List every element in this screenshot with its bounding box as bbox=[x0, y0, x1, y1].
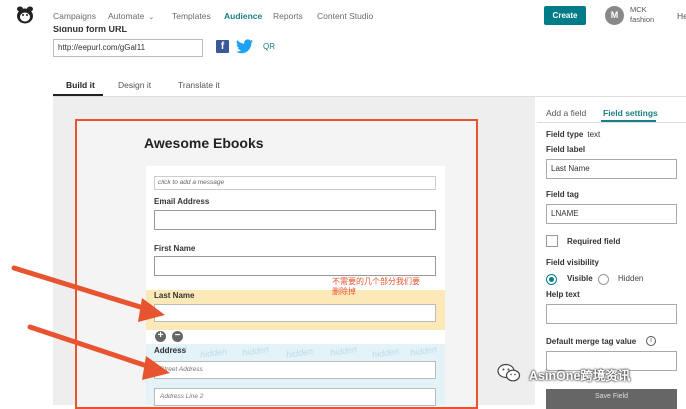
field-type-label: Field type bbox=[546, 130, 584, 139]
form-title[interactable]: Awesome Ebooks bbox=[144, 135, 264, 151]
nav-campaigns[interactable]: Campaigns bbox=[53, 11, 96, 21]
street-address-input[interactable]: Street Address bbox=[154, 361, 436, 379]
info-icon[interactable]: i bbox=[646, 336, 656, 346]
address-label: Address bbox=[154, 346, 187, 355]
add-field-icon[interactable]: + bbox=[155, 331, 166, 342]
address-line2-input[interactable]: Address Line 2 bbox=[154, 388, 436, 406]
field-tag-input[interactable]: LNAME bbox=[546, 204, 677, 224]
tab-add-a-field[interactable]: Add a field bbox=[546, 108, 586, 118]
nav-reports[interactable]: Reports bbox=[273, 11, 303, 21]
account-name-line1: MCK bbox=[630, 5, 647, 14]
avatar[interactable]: M bbox=[605, 6, 624, 25]
qr-code-link[interactable]: QR bbox=[263, 42, 275, 51]
tab-field-settings[interactable]: Field settings bbox=[603, 108, 658, 118]
required-field-checkbox[interactable] bbox=[546, 235, 558, 247]
nav-automate[interactable]: Automate ⌄ bbox=[108, 11, 154, 21]
account-name-line2: fashion bbox=[630, 15, 655, 24]
help-text-label: Help text bbox=[546, 290, 580, 299]
email-address-input[interactable] bbox=[154, 210, 436, 230]
nav-help[interactable]: He bbox=[677, 11, 686, 21]
last-name-input[interactable] bbox=[154, 304, 436, 322]
tab-design-it[interactable]: Design it bbox=[118, 80, 151, 90]
field-label-input[interactable]: Last Name bbox=[546, 159, 677, 179]
field-visibility-label: Field visibility bbox=[546, 258, 599, 267]
hidden-radio-label: Hidden bbox=[618, 274, 644, 283]
twitter-icon[interactable] bbox=[236, 39, 254, 54]
nav-templates[interactable]: Templates bbox=[172, 11, 211, 21]
create-button[interactable]: Create bbox=[544, 6, 586, 25]
tab-translate-it[interactable]: Translate it bbox=[178, 80, 220, 90]
annotation-note: 不需要的几个部分我们要 删除掉 bbox=[332, 277, 420, 297]
last-name-label: Last Name bbox=[154, 291, 195, 300]
field-tag-label: Field tag bbox=[546, 190, 579, 199]
help-text-input[interactable] bbox=[546, 304, 677, 324]
wechat-icon bbox=[497, 363, 521, 382]
field-type-value: text bbox=[587, 130, 601, 139]
nav-automate-label: Automate bbox=[108, 11, 145, 21]
annotation-line1: 不需要的几个部分我们要 bbox=[332, 277, 420, 286]
visible-radio-label: Visible bbox=[567, 274, 593, 283]
field-label-label: Field label bbox=[546, 145, 586, 154]
signup-url-field[interactable]: http://eepurl.com/gGal11 bbox=[53, 39, 203, 57]
nav-audience[interactable]: Audience bbox=[224, 11, 262, 21]
panel-tabs-divider bbox=[537, 122, 686, 123]
first-name-label: First Name bbox=[154, 244, 196, 253]
save-field-button[interactable]: Save Field bbox=[546, 389, 677, 409]
active-tab-indicator bbox=[53, 94, 103, 96]
tab-build-it[interactable]: Build it bbox=[66, 80, 95, 90]
remove-field-icon[interactable]: − bbox=[172, 331, 183, 342]
panel-active-tab-indicator bbox=[601, 120, 656, 122]
hidden-radio[interactable] bbox=[598, 274, 609, 285]
facebook-icon[interactable]: f bbox=[216, 40, 229, 53]
field-type-row: Field type text bbox=[546, 130, 600, 139]
annotation-line2: 删除掉 bbox=[332, 287, 356, 296]
chevron-down-icon: ⌄ bbox=[148, 14, 155, 21]
form-message-field[interactable]: click to add a message bbox=[154, 176, 436, 190]
default-merge-label: Default merge tag value bbox=[546, 337, 637, 346]
account-name[interactable]: MCK fashion bbox=[630, 5, 654, 25]
visible-radio[interactable] bbox=[546, 274, 557, 285]
mailchimp-logo-icon[interactable] bbox=[14, 5, 36, 25]
nav-content-studio[interactable]: Content Studio bbox=[317, 11, 373, 21]
required-field-label: Required field bbox=[567, 237, 621, 246]
first-name-input[interactable] bbox=[154, 256, 436, 276]
watermark-text: AsinOne跨境资讯 bbox=[529, 369, 631, 383]
signup-url-title: Signup form URL bbox=[53, 26, 127, 32]
email-address-label: Email Address bbox=[154, 197, 210, 206]
